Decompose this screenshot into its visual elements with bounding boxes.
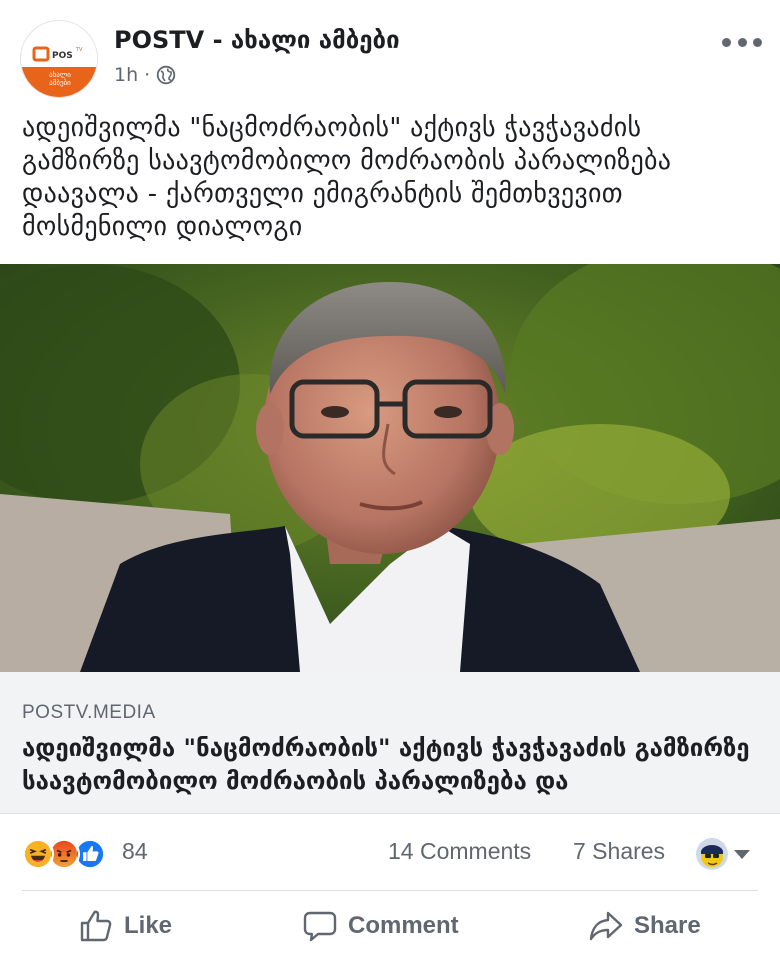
comment-button[interactable]: Comment	[302, 906, 459, 946]
comment-label: Comment	[348, 912, 459, 939]
more-options-icon[interactable]	[722, 30, 762, 54]
like-button[interactable]: Like	[78, 906, 172, 946]
comments-count[interactable]: 14 Comments	[388, 838, 531, 865]
logo-sub-2: ამბები	[49, 79, 71, 87]
post-header: POS TV ახალი ამბები POSTV - ახალი ამბები…	[0, 0, 780, 108]
shares-count[interactable]: 7 Shares	[573, 838, 665, 865]
more-dot	[737, 37, 747, 47]
haha-icon	[22, 838, 54, 870]
share-label: Share	[634, 912, 701, 939]
more-dot	[722, 37, 731, 47]
engagement-bar: 84 14 Comments 7 Shares	[0, 828, 780, 878]
page-avatar[interactable]: POS TV ახალი ამბები	[20, 20, 98, 98]
caret-down-icon[interactable]	[734, 850, 750, 859]
post-text: ადეიშვილმა "ნაცმოძრაობის" აქტივს ჭავჭავა…	[22, 113, 672, 242]
cartoon-avatar-icon	[696, 838, 728, 870]
like-label: Like	[124, 912, 173, 939]
comment-icon	[303, 911, 337, 942]
more-dot	[753, 37, 762, 47]
globe-icon[interactable]	[156, 65, 176, 85]
logo-sup: TV	[75, 47, 83, 53]
page-name[interactable]: POSTV - ახალი ამბები	[114, 26, 400, 54]
viewer-avatar[interactable]	[696, 838, 728, 870]
share-arrow-icon	[589, 911, 623, 941]
thumbs-up-icon	[80, 910, 112, 942]
portrait-photo	[0, 264, 780, 672]
share-button[interactable]: Share	[588, 906, 701, 946]
post-image[interactable]	[0, 264, 780, 672]
link-domain: POSTV.MEDIA	[22, 702, 156, 723]
link-title: ადეიშვილმა "ნაცმოძრაობის" აქტივს ჭავჭავა…	[22, 734, 750, 795]
logo-sub-1: ახალი	[49, 71, 71, 79]
reaction-icons[interactable]	[22, 838, 118, 870]
action-bar: Like Comment Share	[0, 892, 780, 960]
meta-separator: ·	[144, 64, 151, 86]
post-meta: 1h ·	[114, 64, 176, 86]
postv-logo: POS TV ახალი ამბები	[21, 21, 97, 97]
link-preview[interactable]: POSTV.MEDIA ადეიშვილმა "ნაცმოძრაობის" აქ…	[0, 672, 780, 814]
logo-text: POS	[52, 51, 73, 61]
reaction-count[interactable]: 84	[122, 838, 148, 865]
post-time[interactable]: 1h	[114, 64, 138, 86]
divider	[22, 890, 758, 891]
